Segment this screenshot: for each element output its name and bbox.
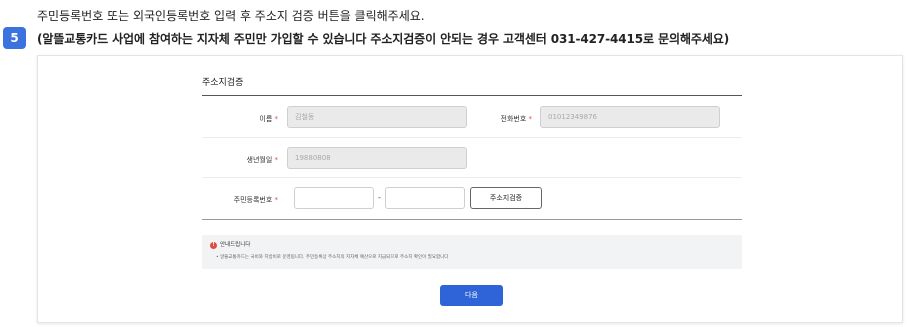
- rrn-back-input[interactable]: [385, 187, 465, 209]
- instruction-line-1: 주민등록번호 또는 외국인등록번호 입력 후 주소지 검증 버튼을 클릭해주세요…: [37, 9, 425, 23]
- rrn-front-input[interactable]: [294, 187, 374, 209]
- rrn-required-mark: *: [274, 196, 279, 204]
- phone-required-mark: *: [528, 115, 533, 123]
- rrn-label: 주민등록번호 *: [208, 195, 278, 205]
- name-label: 이름 *: [208, 114, 278, 124]
- title-divider: [202, 95, 742, 96]
- name-label-text: 이름: [259, 115, 273, 123]
- next-button[interactable]: 다음: [440, 285, 503, 306]
- birth-required-mark: *: [274, 156, 279, 164]
- instruction-line-2: (알뜰교통카드 사업에 참여하는 지자체 주민만 가입할 수 있습니다 주소지검…: [37, 32, 730, 46]
- name-field[interactable]: 김철동: [287, 106, 467, 128]
- notice-body: • 알뜰교통카드는 국비와 지방비로 운영됩니다. 주민등록상 주소지의 지자체…: [216, 255, 449, 260]
- row-divider-2: [202, 177, 742, 178]
- birth-field[interactable]: 19880808: [287, 147, 467, 169]
- address-verification-card: 주소지검증 이름 * 김철동 전화번호 * 01012349876 생년월일 *…: [37, 55, 903, 323]
- form-title: 주소지검증: [202, 78, 244, 88]
- phone-label-text: 전화번호: [500, 115, 527, 123]
- rrn-separator: -: [378, 193, 381, 202]
- notice-box: ! 안내드립니다 • 알뜰교통카드는 국비와 지방비로 운영됩니다. 주민등록상…: [202, 235, 742, 269]
- form-bottom-divider: [202, 219, 742, 220]
- step-number-badge: 5: [3, 27, 26, 49]
- birth-label-text: 생년월일: [246, 156, 273, 164]
- birth-label: 생년월일 *: [208, 155, 279, 165]
- name-required-mark: *: [274, 115, 279, 123]
- notice-title: 안내드립니다: [220, 242, 251, 248]
- phone-label: 전화번호 *: [462, 114, 533, 124]
- verify-address-button[interactable]: 주소지검증: [470, 187, 542, 209]
- rrn-label-text: 주민등록번호: [233, 196, 273, 204]
- row-divider-1: [202, 137, 742, 138]
- alert-icon: !: [210, 242, 217, 249]
- phone-field[interactable]: 01012349876: [540, 106, 720, 128]
